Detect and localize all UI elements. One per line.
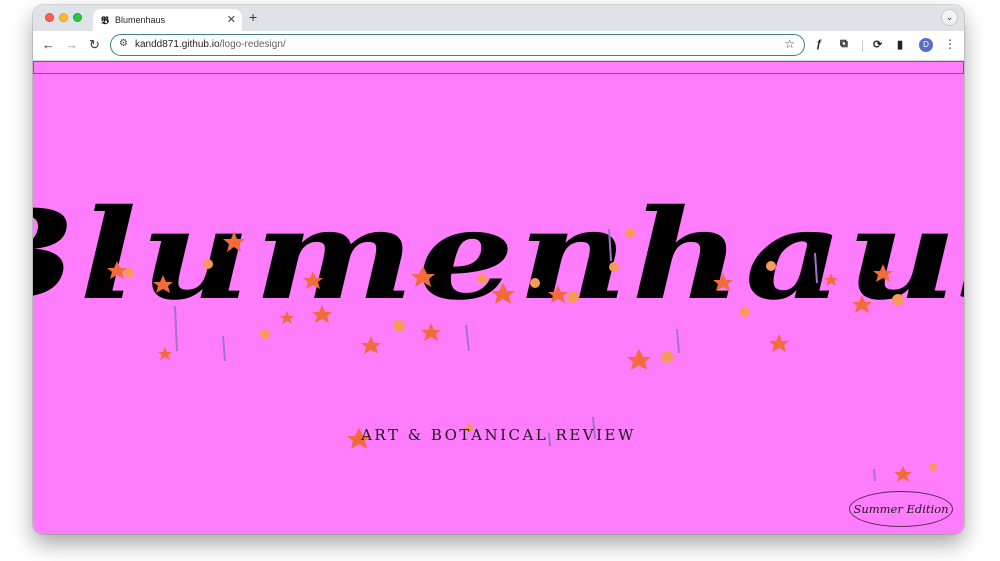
edition-badge: Summer Edition [849,491,953,527]
tab-title: Blumenhaus [115,15,166,25]
page-content: Blumenhaus [33,61,964,534]
page-top-bar [33,61,964,74]
close-window-button[interactable] [45,13,54,22]
side-panel-icon[interactable]: ▮ [897,38,903,51]
minimize-window-button[interactable] [59,13,68,22]
new-tab-button[interactable]: + [249,9,257,25]
avatar[interactable]: D [919,38,933,52]
tab-search-button[interactable]: ⌄ [941,9,958,26]
url-path: /logo-redesign/ [219,39,286,50]
site-info-icon[interactable]: ⚙ [119,38,128,49]
star-icon[interactable]: ☆ [784,37,795,51]
tab-blumenhaus[interactable]: 𝕭 Blumenhaus ✕ [93,9,242,33]
toolbar-divider [862,40,863,52]
font-extension-icon[interactable]: ƒ [816,38,822,50]
close-icon[interactable]: ✕ [227,13,236,26]
tab-strip: 𝕭 Blumenhaus ✕ + ⌄ [33,5,964,33]
kebab-menu-icon[interactable]: ⋮ [944,37,956,51]
sync-icon[interactable]: ⟳ [873,38,882,51]
puzzle-extension-icon[interactable]: ⧉ [840,38,848,51]
maximize-window-button[interactable] [73,13,82,22]
favicon-icon: 𝕭 [101,14,109,27]
url-host: kandd871.github.io [135,39,220,50]
browser-window: 𝕭 Blumenhaus ✕ + ⌄ ← → ↻ ⚙ kandd871.gith… [33,5,964,534]
forward-arrow-icon[interactable]: → [65,37,78,52]
url-text[interactable]: kandd871.github.io/logo-redesign/ [135,39,286,50]
address-bar[interactable]: ⚙ kandd871.github.io/logo-redesign/ ☆ [110,34,805,56]
reload-icon[interactable]: ↻ [89,37,100,53]
back-arrow-icon[interactable]: ← [42,37,55,52]
tagline: ART & BOTANICAL REVIEW [361,426,636,444]
browser-toolbar: ← → ↻ ⚙ kandd871.github.io/logo-redesign… [33,31,964,61]
logo-wordmark: Blumenhaus [33,183,964,328]
